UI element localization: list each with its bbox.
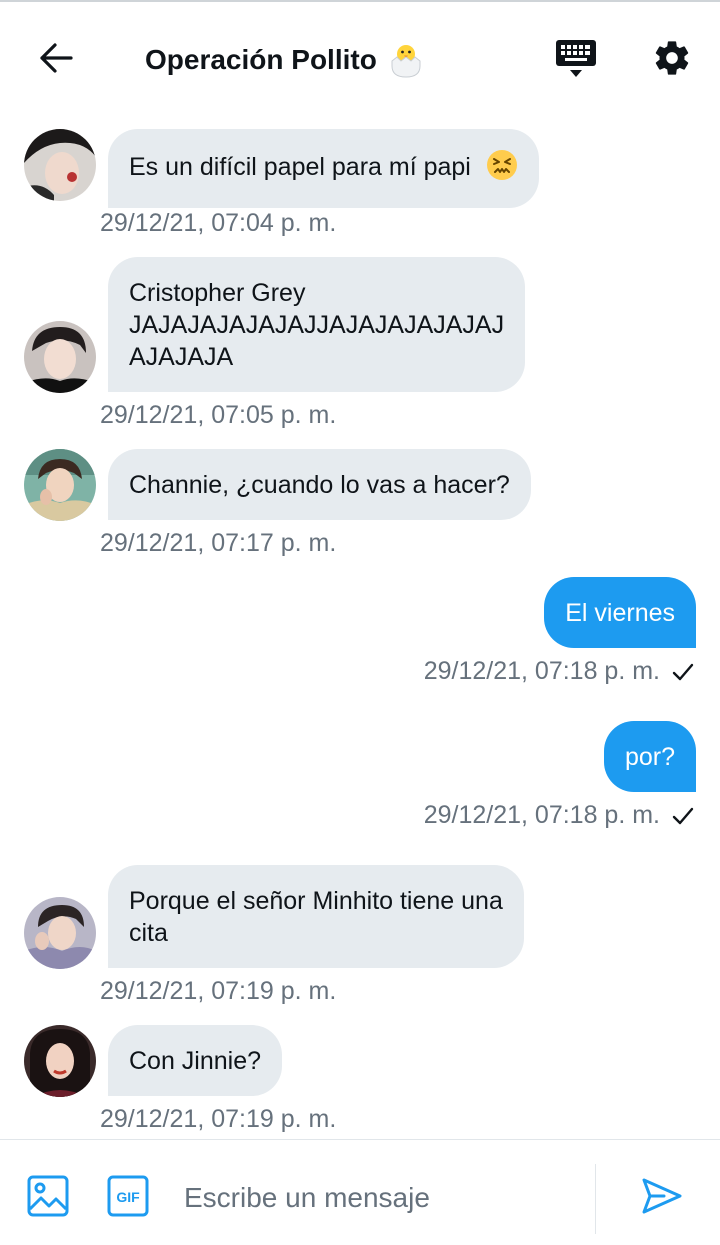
message-composer: GIF bbox=[0, 1139, 720, 1245]
conversation-title-text: Operación Pollito bbox=[145, 44, 377, 75]
gear-icon bbox=[652, 38, 692, 83]
send-button[interactable] bbox=[636, 1174, 688, 1222]
message-timestamp: 29/12/21, 07:19 p. m. bbox=[100, 1105, 337, 1133]
message-text: Con Jinnie? bbox=[129, 1047, 262, 1075]
check-icon bbox=[672, 662, 694, 682]
incoming-message-bubble[interactable]: Cristopher Grey JAJAJAJAJAJAJJAJAJAJAJAJ… bbox=[108, 257, 526, 392]
keyboard-icon bbox=[555, 37, 597, 84]
add-media-button[interactable] bbox=[24, 1174, 72, 1222]
message-timestamp: 29/12/21, 07:05 p. m. bbox=[100, 401, 337, 429]
sender-avatar[interactable] bbox=[24, 449, 96, 521]
incoming-message-bubble[interactable]: Con Jinnie? bbox=[108, 1025, 283, 1096]
message-timestamp: 29/12/21, 07:18 p. m. bbox=[424, 657, 694, 686]
settings-button[interactable] bbox=[648, 36, 696, 84]
sender-avatar[interactable] bbox=[24, 129, 96, 201]
check-icon bbox=[672, 806, 694, 826]
composer-divider bbox=[595, 1164, 596, 1234]
message-text: Porque el señor Minhito tiene una cita bbox=[129, 887, 503, 947]
message-timestamp-text: 29/12/21, 07:18 p. m. bbox=[423, 657, 660, 685]
message-text: Channie, ¿cuando lo vas a hacer? bbox=[129, 471, 510, 499]
add-gif-button[interactable]: GIF bbox=[104, 1174, 152, 1222]
message-timestamp: 29/12/21, 07:04 p. m. bbox=[100, 209, 337, 237]
gif-icon: GIF bbox=[107, 1175, 149, 1222]
sender-avatar[interactable] bbox=[24, 1025, 96, 1097]
send-icon bbox=[640, 1176, 684, 1221]
keyboard-shortcuts-button[interactable] bbox=[552, 36, 600, 84]
conversation-header: Operación Pollito bbox=[0, 2, 720, 112]
arrow-left-icon bbox=[38, 42, 74, 79]
message-timestamp-text: 29/12/21, 07:18 p. m. bbox=[423, 801, 660, 829]
message-text: Es un difícil papel para mí papi bbox=[129, 153, 471, 181]
back-button[interactable] bbox=[30, 38, 82, 82]
hatching-chick-icon bbox=[389, 42, 423, 78]
image-icon bbox=[27, 1175, 69, 1222]
incoming-message-bubble[interactable]: Porque el señor Minhito tiene una cita bbox=[108, 865, 524, 968]
message-input[interactable] bbox=[184, 1176, 576, 1220]
message-text: por? bbox=[624, 743, 675, 771]
sender-avatar[interactable] bbox=[24, 321, 96, 393]
outgoing-message-bubble[interactable]: El viernes bbox=[544, 577, 696, 648]
incoming-message-bubble[interactable]: Channie, ¿cuando lo vas a hacer? bbox=[108, 449, 531, 520]
incoming-message-bubble[interactable]: Es un difícil papel para mí papi bbox=[108, 129, 539, 208]
svg-text:GIF: GIF bbox=[116, 1189, 140, 1205]
message-timestamp: 29/12/21, 07:18 p. m. bbox=[424, 801, 694, 830]
message-timestamp: 29/12/21, 07:19 p. m. bbox=[100, 977, 337, 1005]
message-timestamp: 29/12/21, 07:17 p. m. bbox=[100, 529, 337, 557]
conversation-title[interactable]: Operación Pollito bbox=[145, 40, 423, 80]
message-text: El viernes bbox=[565, 599, 675, 627]
confounded-face-icon bbox=[486, 149, 518, 189]
outgoing-message-bubble[interactable]: por? bbox=[603, 721, 696, 792]
message-text: Cristopher Grey JAJAJAJAJAJAJJAJAJAJAJAJ… bbox=[129, 279, 505, 371]
sender-avatar[interactable] bbox=[24, 897, 96, 969]
